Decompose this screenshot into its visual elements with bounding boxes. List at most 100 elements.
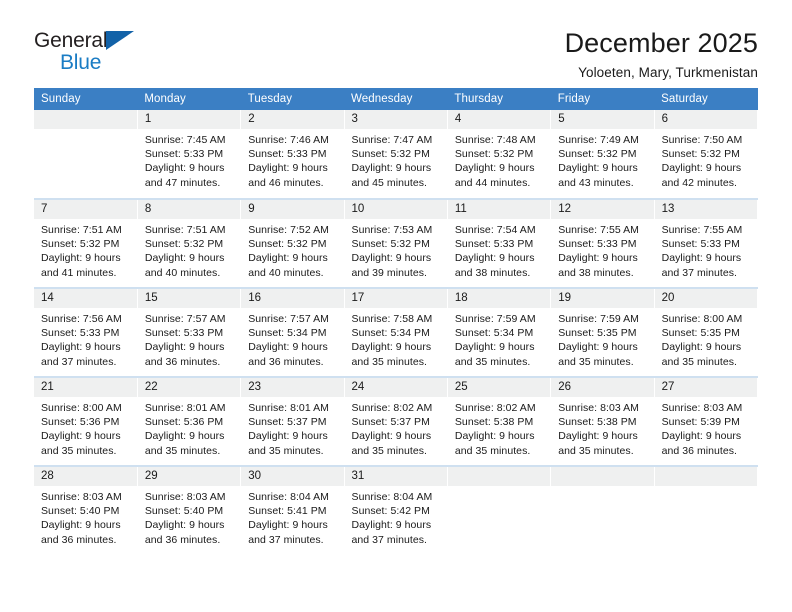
sunrise-time: Sunrise: 7:55 AM	[661, 224, 743, 236]
sunrise-time: Sunrise: 7:58 AM	[351, 313, 433, 325]
calendar-day-cell[interactable]: 4 Sunrise: 7:48 AM Sunset: 5:32 PM Daylight…	[447, 110, 552, 200]
calendar-day-cell[interactable]: 12 Sunrise: 7:55 AM Sunset: 5:33 PM Dayligh…	[550, 199, 655, 289]
weekday-header-tuesday: Tuesday	[240, 88, 345, 110]
calendar-day-cell[interactable]: 19 Sunrise: 7:59 AM Sunset: 5:35 PM Dayligh…	[550, 288, 655, 378]
daylight-duration-line2: and 36 minutes.	[661, 444, 738, 457]
sunset-time: Sunset: 5:35 PM	[558, 327, 637, 340]
sunrise-time: Sunrise: 8:02 AM	[454, 402, 536, 414]
day-details: Sunrise: 7:51 AM Sunset: 5:32 PM Daylight:…	[138, 219, 240, 280]
sunrise-time: Sunrise: 7:49 AM	[558, 134, 639, 146]
sunset-time: Sunset: 5:32 PM	[144, 238, 224, 251]
sunrise-time: Sunrise: 7:55 AM	[558, 224, 639, 236]
day-number: 7	[34, 200, 137, 219]
daylight-duration-line1: Daylight: 9 hours	[144, 252, 225, 265]
calendar-week-row: 14 Sunrise: 7:56 AM Sunset: 5:33 PM Dayligh…	[34, 288, 759, 378]
day-number: 16	[241, 289, 344, 308]
sunset-time: Sunset: 5:32 PM	[351, 148, 430, 161]
day-details: Sunrise: 7:59 AM Sunset: 5:34 PM Daylight:…	[448, 308, 550, 369]
calendar-day-cell[interactable]: 14 Sunrise: 7:56 AM Sunset: 5:33 PM Dayligh…	[34, 288, 138, 378]
sunrise-time: Sunrise: 7:48 AM	[454, 134, 536, 146]
calendar-day-cell[interactable]: 1 Sunrise: 7:45 AM Sunset: 5:33 PM Daylight…	[137, 110, 242, 200]
page-header: General Blue December 2025 Yoloeten, Mar…	[0, 0, 792, 80]
daylight-duration-line2: and 37 minutes.	[248, 533, 324, 546]
daylight-duration-line1: Daylight: 9 hours	[661, 162, 742, 175]
sunrise-time: Sunrise: 7:46 AM	[248, 134, 329, 146]
sunset-time: Sunset: 5:40 PM	[41, 505, 120, 518]
daylight-duration-line2: and 42 minutes.	[661, 176, 738, 189]
calendar-day-cell[interactable]: 5 Sunrise: 7:49 AM Sunset: 5:32 PM Daylight…	[550, 110, 655, 200]
sunrise-time: Sunrise: 7:51 AM	[144, 224, 226, 236]
day-details: Sunrise: 8:02 AM Sunset: 5:38 PM Daylight:…	[448, 397, 550, 458]
day-number: 19	[551, 289, 654, 308]
sunset-time: Sunset: 5:33 PM	[558, 238, 637, 251]
calendar-day-cell[interactable]: 27 Sunrise: 8:03 AM Sunset: 5:39 PM Dayligh…	[654, 377, 759, 467]
sunrise-time: Sunrise: 8:02 AM	[351, 402, 433, 414]
calendar-day-cell[interactable]: 2 Sunrise: 7:46 AM Sunset: 5:33 PM Daylight…	[240, 110, 345, 200]
calendar-week-row: 21 Sunrise: 8:00 AM Sunset: 5:36 PM Dayligh…	[34, 377, 759, 467]
calendar-day-cell[interactable]: 28 Sunrise: 8:03 AM Sunset: 5:40 PM Dayligh…	[34, 466, 138, 555]
sunrise-time: Sunrise: 7:56 AM	[41, 313, 122, 325]
calendar-day-cell[interactable]: 26 Sunrise: 8:03 AM Sunset: 5:38 PM Dayligh…	[550, 377, 655, 467]
calendar-day-cell[interactable]: 18 Sunrise: 7:59 AM Sunset: 5:34 PM Dayligh…	[447, 288, 552, 378]
daylight-duration-line1: Daylight: 9 hours	[558, 430, 638, 443]
sunset-time: Sunset: 5:33 PM	[661, 238, 740, 251]
calendar-day-cell[interactable]: 21 Sunrise: 8:00 AM Sunset: 5:36 PM Dayligh…	[34, 377, 138, 467]
day-number: 27	[654, 378, 757, 397]
calendar-day-cell[interactable]: 20 Sunrise: 8:00 AM Sunset: 5:35 PM Dayligh…	[654, 288, 759, 378]
calendar-day-cell[interactable]: 31 Sunrise: 8:04 AM Sunset: 5:42 PM Dayligh…	[344, 466, 448, 555]
sunrise-time: Sunrise: 8:04 AM	[248, 491, 329, 503]
calendar-header-row: Sunday Monday Tuesday Wednesday Thursday…	[34, 88, 758, 110]
sunset-time: Sunset: 5:37 PM	[248, 416, 327, 429]
page-subtitle: Yoloeten, Mary, Turkmenistan	[578, 65, 758, 81]
sunset-time: Sunset: 5:41 PM	[248, 505, 327, 518]
day-number: 14	[34, 289, 137, 308]
calendar-day-cell[interactable]: 29 Sunrise: 8:03 AM Sunset: 5:40 PM Dayligh…	[137, 466, 242, 555]
daylight-duration-line1: Daylight: 9 hours	[558, 162, 638, 175]
daylight-duration-line2: and 35 minutes.	[41, 444, 117, 457]
calendar-day-cell[interactable]: 6 Sunrise: 7:50 AM Sunset: 5:32 PM Daylight…	[654, 110, 759, 200]
sunrise-time: Sunrise: 7:53 AM	[351, 224, 433, 236]
day-details: Sunrise: 8:04 AM Sunset: 5:42 PM Daylight:…	[345, 486, 447, 547]
calendar-day-cell[interactable]: 11 Sunrise: 7:54 AM Sunset: 5:33 PM Dayligh…	[447, 199, 552, 289]
day-number: 15	[137, 289, 241, 308]
calendar-day-cell[interactable]: 22 Sunrise: 8:01 AM Sunset: 5:36 PM Dayligh…	[137, 377, 242, 467]
calendar-cell-empty	[550, 466, 655, 555]
logo-triangle-icon	[106, 31, 134, 50]
day-details: Sunrise: 8:01 AM Sunset: 5:37 PM Daylight:…	[241, 397, 343, 458]
daylight-duration-line2: and 35 minutes.	[454, 355, 531, 368]
day-details: Sunrise: 8:03 AM Sunset: 5:40 PM Daylight:…	[34, 486, 137, 547]
calendar-day-cell[interactable]: 8 Sunrise: 7:51 AM Sunset: 5:32 PM Daylight…	[137, 199, 242, 289]
daylight-duration-line1: Daylight: 9 hours	[351, 430, 432, 443]
calendar-day-cell[interactable]: 15 Sunrise: 7:57 AM Sunset: 5:33 PM Dayligh…	[137, 288, 242, 378]
sunrise-time: Sunrise: 7:45 AM	[144, 134, 226, 146]
calendar-day-cell[interactable]: 25 Sunrise: 8:02 AM Sunset: 5:38 PM Dayligh…	[447, 377, 552, 467]
daylight-duration-line1: Daylight: 9 hours	[41, 341, 121, 354]
day-number: 23	[241, 378, 344, 397]
day-details: Sunrise: 8:00 AM Sunset: 5:36 PM Daylight:…	[34, 397, 137, 458]
sunrise-time: Sunrise: 8:03 AM	[558, 402, 639, 414]
day-details: Sunrise: 7:50 AM Sunset: 5:32 PM Daylight:…	[655, 129, 757, 190]
general-blue-logo[interactable]: General Blue	[34, 28, 154, 76]
daylight-duration-line1: Daylight: 9 hours	[558, 252, 638, 265]
calendar-day-cell[interactable]: 13 Sunrise: 7:55 AM Sunset: 5:33 PM Dayligh…	[654, 199, 759, 289]
calendar-day-cell[interactable]: 24 Sunrise: 8:02 AM Sunset: 5:37 PM Dayligh…	[344, 377, 448, 467]
day-number: 10	[344, 200, 447, 219]
calendar-day-cell[interactable]: 16 Sunrise: 7:57 AM Sunset: 5:34 PM Dayligh…	[240, 288, 345, 378]
day-number: 5	[551, 110, 654, 129]
calendar-day-cell[interactable]: 7 Sunrise: 7:51 AM Sunset: 5:32 PM Daylight…	[34, 199, 138, 289]
daylight-duration-line1: Daylight: 9 hours	[41, 252, 121, 265]
weekday-header: Sunday Monday Tuesday Wednesday Thursday…	[34, 88, 758, 110]
calendar-day-cell[interactable]: 23 Sunrise: 8:01 AM Sunset: 5:37 PM Dayligh…	[240, 377, 345, 467]
daylight-duration-line2: and 37 minutes.	[351, 533, 427, 546]
calendar-day-cell[interactable]: 30 Sunrise: 8:04 AM Sunset: 5:41 PM Dayligh…	[240, 466, 345, 555]
calendar-day-cell[interactable]: 17 Sunrise: 7:58 AM Sunset: 5:34 PM Dayligh…	[344, 288, 448, 378]
sunset-time: Sunset: 5:34 PM	[454, 327, 534, 340]
calendar-day-cell[interactable]: 9 Sunrise: 7:52 AM Sunset: 5:32 PM Daylight…	[240, 199, 345, 289]
sunset-time: Sunset: 5:34 PM	[248, 327, 327, 340]
calendar-day-cell[interactable]: 3 Sunrise: 7:47 AM Sunset: 5:32 PM Daylight…	[344, 110, 448, 200]
daylight-duration-line1: Daylight: 9 hours	[144, 341, 225, 354]
sunrise-time: Sunrise: 8:01 AM	[144, 402, 226, 414]
sunset-time: Sunset: 5:38 PM	[454, 416, 534, 429]
calendar-day-cell[interactable]: 10 Sunrise: 7:53 AM Sunset: 5:32 PM Dayligh…	[344, 199, 448, 289]
calendar-body: 1 Sunrise: 7:45 AM Sunset: 5:33 PM Daylight…	[34, 110, 759, 555]
